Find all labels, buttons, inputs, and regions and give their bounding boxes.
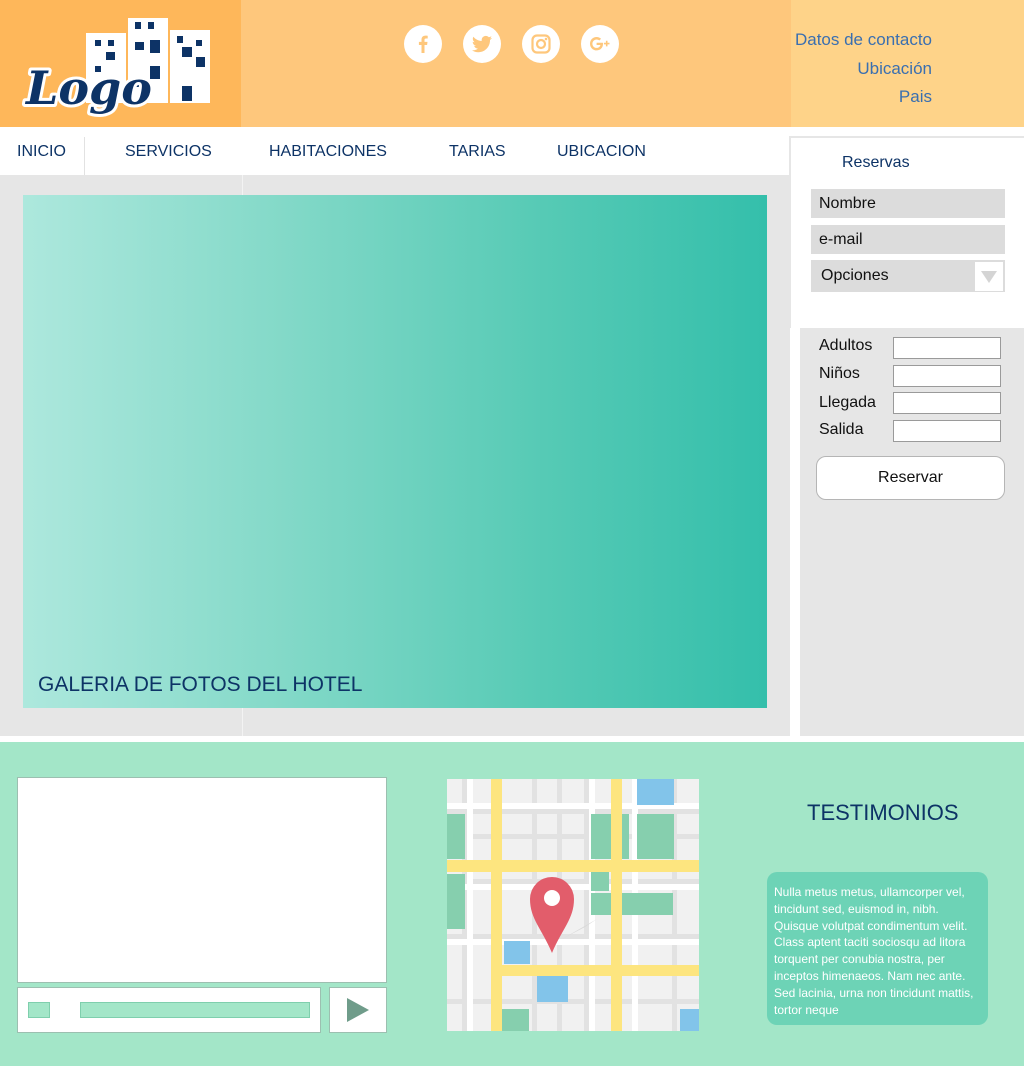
contact-link-datos[interactable]: Datos de contacto [795,30,932,50]
instagram-icon [531,34,551,54]
nav-item-tarias[interactable]: TARIAS [449,143,506,161]
children-input[interactable] [893,365,1001,387]
reservation-guest-panel [800,328,1024,736]
departure-label: Salida [819,421,864,438]
options-select-label: Opciones [821,267,889,284]
reservation-title: Reservas [842,154,910,171]
twitter-button[interactable] [463,25,501,63]
arrival-input[interactable] [893,392,1001,414]
twitter-icon [472,35,492,53]
video-player[interactable] [17,777,387,983]
options-select[interactable]: Opciones [811,260,1005,292]
contact-links: Datos de contacto Ubicación Pais [791,0,1024,127]
contact-link-pais[interactable]: Pais [899,87,932,107]
chevron-down-icon[interactable] [975,262,1003,291]
children-label: Niños [819,365,860,382]
google-plus-button[interactable] [581,25,619,63]
facebook-button[interactable] [404,25,442,63]
name-field[interactable]: Nombre [811,189,1005,218]
facebook-icon [418,35,428,53]
nav-item-inicio[interactable]: INICIO [17,143,66,161]
contact-link-ubicacion[interactable]: Ubicación [857,59,932,79]
nav-divider [84,137,85,175]
testimonial-text: Nulla metus metus, ullamcorper vel, tinc… [774,885,974,1017]
map-icon [447,779,699,1031]
svg-text:Logo: Logo [24,61,152,115]
video-time-indicator [28,1002,50,1018]
email-field[interactable]: e-mail [811,225,1005,254]
departure-input[interactable] [893,420,1001,442]
google-plus-icon [590,37,610,51]
instagram-button[interactable] [522,25,560,63]
photo-gallery[interactable]: GALERIA DE FOTOS DEL HOTEL [23,195,767,708]
nav-item-habitaciones[interactable]: HABITACIONES [269,143,387,161]
play-icon [347,998,369,1022]
nav-item-ubicacion[interactable]: UBICACION [557,143,646,161]
arrival-label: Llegada [819,394,876,411]
adults-label: Adultos [819,337,873,354]
nav-item-servicios[interactable]: SERVICIOS [125,143,212,161]
logo-icon: Logo Logo [21,18,210,118]
reserve-button[interactable]: Reservar [816,456,1005,500]
header-social-area [241,0,791,127]
logo-area[interactable]: Logo Logo [0,0,241,127]
email-field-label: e-mail [819,231,863,248]
testimonial-card: Nulla metus metus, ullamcorper vel, tinc… [767,872,988,1025]
name-field-label: Nombre [819,195,876,212]
video-progress-bar[interactable] [80,1002,310,1018]
adults-input[interactable] [893,337,1001,359]
gallery-caption: GALERIA DE FOTOS DEL HOTEL [38,673,363,696]
testimonials-title: TESTIMONIOS [807,800,959,825]
play-button[interactable] [329,987,387,1033]
location-map[interactable] [447,779,699,1031]
main-nav: INICIO SERVICIOS HABITACIONES TARIAS UBI… [0,127,789,175]
